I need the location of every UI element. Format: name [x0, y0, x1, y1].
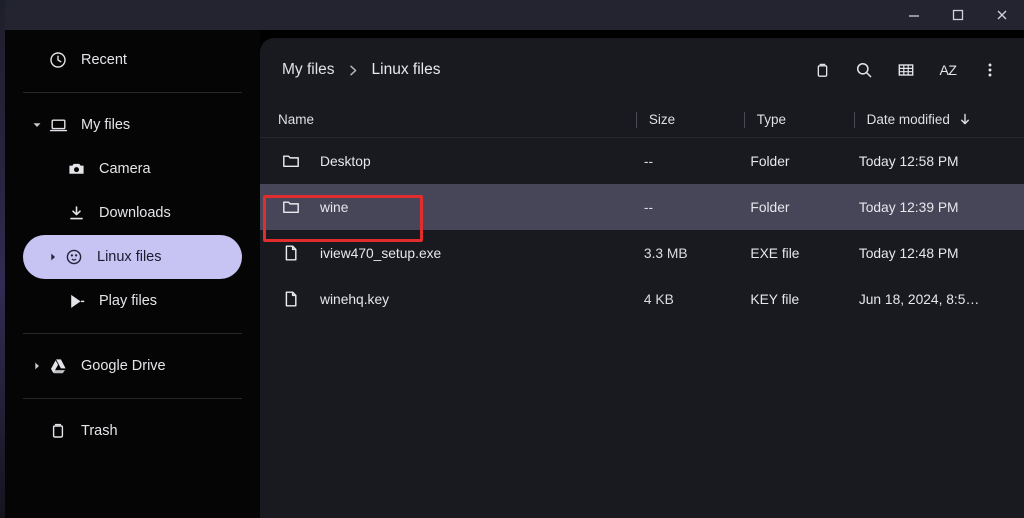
- sidebar-item-label: Linux files: [97, 249, 162, 265]
- column-divider: [853, 111, 855, 128]
- column-headers: Name Size Type Date modified: [260, 102, 1024, 138]
- sidebar-item-label: Play files: [99, 293, 158, 309]
- search-button[interactable]: [844, 50, 884, 90]
- table-row[interactable]: winehq.key 4 KB KEY file Jun 18, 2024, 8…: [260, 276, 1024, 322]
- file-date-modified: Today 12:48 PM: [858, 245, 959, 261]
- table-row[interactable]: Desktop -- Folder Today 12:58 PM: [260, 138, 1024, 184]
- breadcrumb: My files Linux files: [278, 59, 802, 81]
- linux-tux-icon: [61, 248, 87, 266]
- folder-icon: [278, 198, 304, 216]
- maximize-button[interactable]: [936, 0, 980, 30]
- column-header-label: Type: [756, 112, 787, 127]
- file-name: iview470_setup.exe: [320, 245, 442, 261]
- table-row[interactable]: wine -- Folder Today 12:39 PM: [260, 184, 1024, 230]
- sidebar-item-label: Downloads: [99, 205, 171, 221]
- sidebar-item-camera[interactable]: Camera: [23, 147, 242, 191]
- file-size: 3.3 MB: [643, 245, 688, 261]
- column-header-size[interactable]: Size: [635, 111, 757, 128]
- file-size: --: [643, 153, 654, 169]
- sidebar-item-label: Recent: [81, 52, 127, 68]
- sidebar-item-linux-files[interactable]: Linux files: [23, 235, 242, 279]
- column-header-date-modified[interactable]: Date modified: [853, 111, 1004, 128]
- document-icon: [278, 244, 304, 262]
- sidebar: Recent My files Camera Downloads Linux f…: [5, 30, 260, 518]
- file-type: EXE file: [750, 245, 800, 261]
- more-options-button[interactable]: [970, 50, 1010, 90]
- column-header-label: Size: [648, 112, 676, 127]
- document-icon: [278, 290, 304, 308]
- file-type: KEY file: [750, 291, 800, 307]
- chevron-right-icon[interactable]: [45, 252, 61, 262]
- az-sort-icon: AZ: [939, 62, 957, 78]
- trash-icon: [45, 422, 71, 440]
- file-date-modified: Jun 18, 2024, 8:5…: [858, 291, 980, 307]
- google-drive-icon: [45, 357, 71, 376]
- file-browser-panel: My files Linux files AZ Name Size Type D…: [260, 38, 1024, 518]
- column-divider: [743, 111, 745, 128]
- sidebar-item-play-files[interactable]: Play files: [23, 279, 242, 323]
- column-header-label: Name: [278, 112, 315, 127]
- sort-az-button[interactable]: AZ: [928, 50, 968, 90]
- download-icon: [63, 204, 89, 223]
- camera-icon: [63, 160, 89, 179]
- file-name: winehq.key: [320, 291, 390, 307]
- column-header-name[interactable]: Name: [278, 112, 649, 127]
- sidebar-item-label: My files: [81, 117, 131, 133]
- grid-view-button[interactable]: [886, 50, 926, 90]
- clock-icon: [45, 51, 71, 69]
- file-size: 4 KB: [643, 291, 674, 307]
- sidebar-item-label: Camera: [99, 161, 151, 177]
- sidebar-item-recent[interactable]: Recent: [23, 38, 242, 82]
- files-app-window: Recent My files Camera Downloads Linux f…: [0, 0, 1024, 518]
- file-list: Desktop -- Folder Today 12:58 PM wine --…: [260, 138, 1024, 322]
- file-name: wine: [320, 199, 349, 215]
- sidebar-item-google-drive[interactable]: Google Drive: [23, 344, 242, 388]
- file-type: Folder: [750, 199, 790, 215]
- file-name-cell: wine: [278, 198, 644, 216]
- chevron-right-icon: [349, 65, 358, 76]
- sidebar-divider-2: [23, 333, 242, 334]
- sidebar-item-downloads[interactable]: Downloads: [23, 191, 242, 235]
- file-date-modified: Today 12:58 PM: [858, 153, 959, 169]
- file-name-cell: Desktop: [278, 152, 644, 170]
- minimize-button[interactable]: [892, 0, 936, 30]
- chevron-right-icon[interactable]: [29, 361, 45, 371]
- google-play-icon: [63, 292, 89, 311]
- sidebar-item-label: Trash: [81, 423, 118, 439]
- sidebar-divider-3: [23, 398, 242, 399]
- file-name-cell: winehq.key: [278, 290, 644, 308]
- close-button[interactable]: [980, 0, 1024, 30]
- sidebar-item-my-files[interactable]: My files: [23, 103, 242, 147]
- laptop-icon: [45, 116, 71, 135]
- window-titlebar: [5, 0, 1024, 30]
- content-topbar: My files Linux files AZ: [260, 38, 1024, 102]
- delete-button[interactable]: [802, 50, 842, 90]
- breadcrumb-my-files[interactable]: My files: [278, 59, 339, 81]
- file-date-modified: Today 12:39 PM: [858, 199, 959, 215]
- sidebar-item-label: Google Drive: [81, 358, 166, 374]
- sidebar-divider-1: [23, 92, 242, 93]
- breadcrumb-linux-files[interactable]: Linux files: [368, 59, 445, 81]
- chevron-down-icon[interactable]: [29, 120, 45, 130]
- column-header-label: Date modified: [866, 112, 950, 127]
- sort-descending-icon: [959, 113, 971, 126]
- sidebar-item-trash[interactable]: Trash: [23, 409, 242, 453]
- file-name-cell: iview470_setup.exe: [278, 244, 644, 262]
- file-name: Desktop: [320, 153, 371, 169]
- folder-icon: [278, 152, 304, 170]
- file-size: --: [643, 199, 654, 215]
- column-header-type[interactable]: Type: [743, 111, 867, 128]
- table-row[interactable]: iview470_setup.exe 3.3 MB EXE file Today…: [260, 230, 1024, 276]
- file-type: Folder: [750, 153, 790, 169]
- column-divider: [635, 111, 637, 128]
- toolbar: AZ: [802, 50, 1010, 90]
